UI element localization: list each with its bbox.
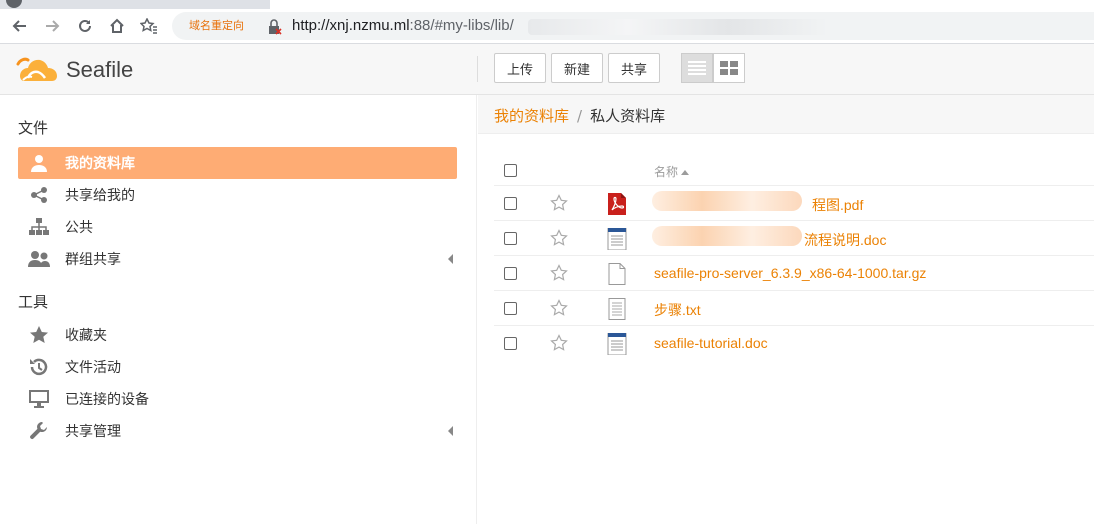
forward-icon[interactable]: [40, 14, 66, 38]
url-path: :88/#my-libs/lib/: [409, 17, 514, 34]
name-column-label: 名称: [654, 165, 679, 179]
history-icon: [28, 356, 50, 378]
home-icon[interactable]: [104, 14, 130, 38]
not-secure-lock-icon[interactable]: [268, 19, 282, 35]
browser-tab-strip: [0, 0, 1094, 9]
url-text[interactable]: http://xnj.nzmu.ml:88/#my-libs/lib/: [292, 17, 514, 34]
doc-file-icon: [607, 333, 627, 355]
logo-text: Seafile: [66, 57, 134, 82]
file-table: 名称 程图.pdf 流程说明.doc seafile-pro-server_6.…: [494, 155, 1094, 361]
doc-file-icon: [607, 228, 627, 250]
table-row[interactable]: seafile-pro-server_6.3.9_x86-64-1000.tar…: [494, 256, 1094, 291]
file-name-link[interactable]: seafile-pro-server_6.3.9_x86-64-1000.tar…: [654, 265, 926, 281]
seafile-logo[interactable]: Seafile: [14, 54, 133, 86]
tools-heading: 工具: [18, 293, 49, 311]
sidebar-item-label: 共享给我的: [65, 188, 135, 204]
row-checkbox[interactable]: [504, 267, 517, 280]
url-redacted-blur: [528, 19, 828, 35]
browser-toolbar: 域名重定向 http://xnj.nzmu.ml:88/#my-libs/lib…: [0, 9, 1094, 44]
grid-view-button[interactable]: [713, 53, 745, 83]
table-row[interactable]: 流程说明.doc: [494, 221, 1094, 256]
new-button[interactable]: 新建: [551, 53, 604, 83]
sidebar-item-label: 群组共享: [65, 252, 121, 268]
table-row[interactable]: 程图.pdf: [494, 186, 1094, 221]
row-checkbox[interactable]: [504, 302, 517, 315]
sidebar-item-label: 我的资料库: [65, 156, 135, 172]
generic-file-icon: [608, 263, 626, 285]
share-button[interactable]: 共享: [608, 53, 661, 83]
url-host: http://xnj.nzmu.ml: [292, 17, 410, 34]
star-outline-icon[interactable]: [550, 264, 568, 282]
sidebar-item-public[interactable]: 公共: [18, 211, 457, 243]
sidebar-item-shared-with-me[interactable]: 共享给我的: [18, 179, 457, 211]
table-row[interactable]: seafile-tutorial.doc: [494, 326, 1094, 361]
list-view-button[interactable]: [681, 53, 713, 83]
sort-ascending-icon: [681, 170, 690, 175]
row-checkbox[interactable]: [504, 337, 517, 350]
redirect-chip[interactable]: 域名重定向: [185, 17, 248, 35]
breadcrumb-current: 私人资料库: [590, 107, 666, 125]
sidebar-item-label: 已连接的设备: [65, 392, 149, 408]
select-all-checkbox[interactable]: [504, 164, 517, 177]
row-checkbox[interactable]: [504, 232, 517, 245]
expand-caret-icon[interactable]: [448, 254, 453, 264]
sidebar-item-devices[interactable]: 已连接的设备: [18, 383, 457, 415]
sidebar-item-label: 文件活动: [65, 360, 121, 376]
wrench-icon: [28, 420, 50, 442]
sidebar-item-my-libraries[interactable]: 我的资料库: [18, 147, 457, 179]
share-icon: [28, 184, 50, 206]
file-name-link[interactable]: 流程说明.doc: [804, 230, 886, 250]
list-view-icon: [688, 61, 706, 75]
star-outline-icon[interactable]: [550, 194, 568, 212]
star-outline-icon[interactable]: [550, 299, 568, 317]
sidebar-item-share-admin[interactable]: 共享管理: [18, 415, 457, 447]
txt-file-icon: [608, 298, 626, 320]
back-icon[interactable]: [6, 14, 32, 38]
sidebar-item-file-activity[interactable]: 文件活动: [18, 351, 457, 383]
seafile-logo-icon: [16, 57, 57, 81]
header-divider: [477, 56, 478, 82]
browser-active-tab[interactable]: [270, 0, 1094, 9]
toolbar: 上传 新建 共享: [494, 53, 661, 83]
grid-view-icon: [720, 61, 738, 75]
star-icon: [28, 324, 50, 346]
redacted-blur: [652, 191, 802, 211]
bookmarks-icon[interactable]: [136, 14, 162, 38]
browser-profile-icon[interactable]: [6, 0, 22, 8]
view-mode-toggle: [681, 53, 745, 83]
upload-button[interactable]: 上传: [494, 53, 547, 83]
sidebar-item-label: 收藏夹: [65, 328, 107, 344]
row-checkbox[interactable]: [504, 197, 517, 210]
table-header: 名称: [494, 155, 1094, 186]
file-name-link[interactable]: 步骤.txt: [654, 300, 701, 320]
star-outline-icon[interactable]: [550, 229, 568, 247]
sidebar: 文件 我的资料库 共享给我的 公共 群组共享 工具 收藏夹 文件活动 已连接的设…: [0, 95, 477, 524]
name-column-header[interactable]: 名称: [654, 163, 690, 180]
star-outline-icon[interactable]: [550, 334, 568, 352]
breadcrumb-separator: /: [577, 107, 583, 125]
breadcrumb-root-link[interactable]: 我的资料库: [494, 107, 569, 125]
reload-icon[interactable]: [72, 14, 98, 38]
sidebar-item-group-share[interactable]: 群组共享: [18, 243, 457, 275]
expand-caret-icon[interactable]: [448, 426, 453, 436]
files-heading: 文件: [18, 119, 49, 137]
file-name-link[interactable]: seafile-tutorial.doc: [654, 335, 768, 351]
pdf-file-icon: [608, 193, 626, 215]
monitor-icon: [28, 388, 50, 410]
sitemap-icon: [28, 216, 50, 238]
main-content: 我的资料库 / 私人资料库 名称 程图.pdf 流程说明.doc seafile…: [478, 95, 1094, 524]
file-name-link[interactable]: 程图.pdf: [812, 195, 863, 215]
breadcrumb: 我的资料库 / 私人资料库: [478, 95, 1094, 134]
user-icon: [28, 152, 50, 174]
sidebar-item-favorites[interactable]: 收藏夹: [18, 319, 457, 351]
redacted-blur: [652, 226, 802, 246]
sidebar-item-label: 公共: [65, 220, 93, 236]
sidebar-item-label: 共享管理: [65, 424, 121, 440]
group-icon: [28, 248, 50, 270]
table-row[interactable]: 步骤.txt: [494, 291, 1094, 326]
app-header: Seafile 上传 新建 共享: [0, 44, 1094, 95]
